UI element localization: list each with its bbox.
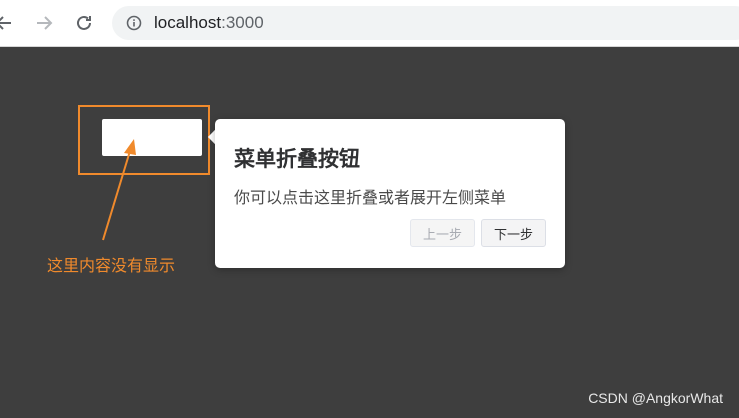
next-step-button[interactable]: 下一步 (480, 219, 546, 247)
browser-toolbar: localhost:3000 (0, 0, 739, 47)
reload-icon[interactable] (72, 11, 96, 35)
popover-footer: 上一步 下一步 (409, 219, 546, 247)
url-port: :3000 (221, 13, 264, 32)
page-viewport: 菜单折叠按钮 你可以点击这里折叠或者展开左侧菜单 上一步 下一步 这里内容没有显… (0, 47, 739, 418)
url-host: localhost (154, 13, 222, 32)
prev-step-button[interactable]: 上一步 (409, 219, 475, 247)
info-icon[interactable] (126, 15, 142, 31)
url-text: localhost:3000 (154, 13, 264, 33)
popover-description: 你可以点击这里折叠或者展开左侧菜单 (234, 188, 507, 207)
annotation-label: 这里内容没有显示 (47, 256, 176, 275)
tour-popover: 菜单折叠按钮 你可以点击这里折叠或者展开左侧菜单 上一步 下一步 (215, 119, 565, 268)
popover-title: 菜单折叠按钮 (234, 147, 360, 171)
address-bar[interactable]: localhost:3000 (112, 6, 739, 40)
watermark: CSDN @AngkorWhat (588, 390, 723, 406)
menu-collapse-button[interactable] (102, 119, 202, 156)
forward-arrow-icon[interactable] (32, 11, 56, 35)
back-arrow-icon[interactable] (0, 11, 16, 35)
